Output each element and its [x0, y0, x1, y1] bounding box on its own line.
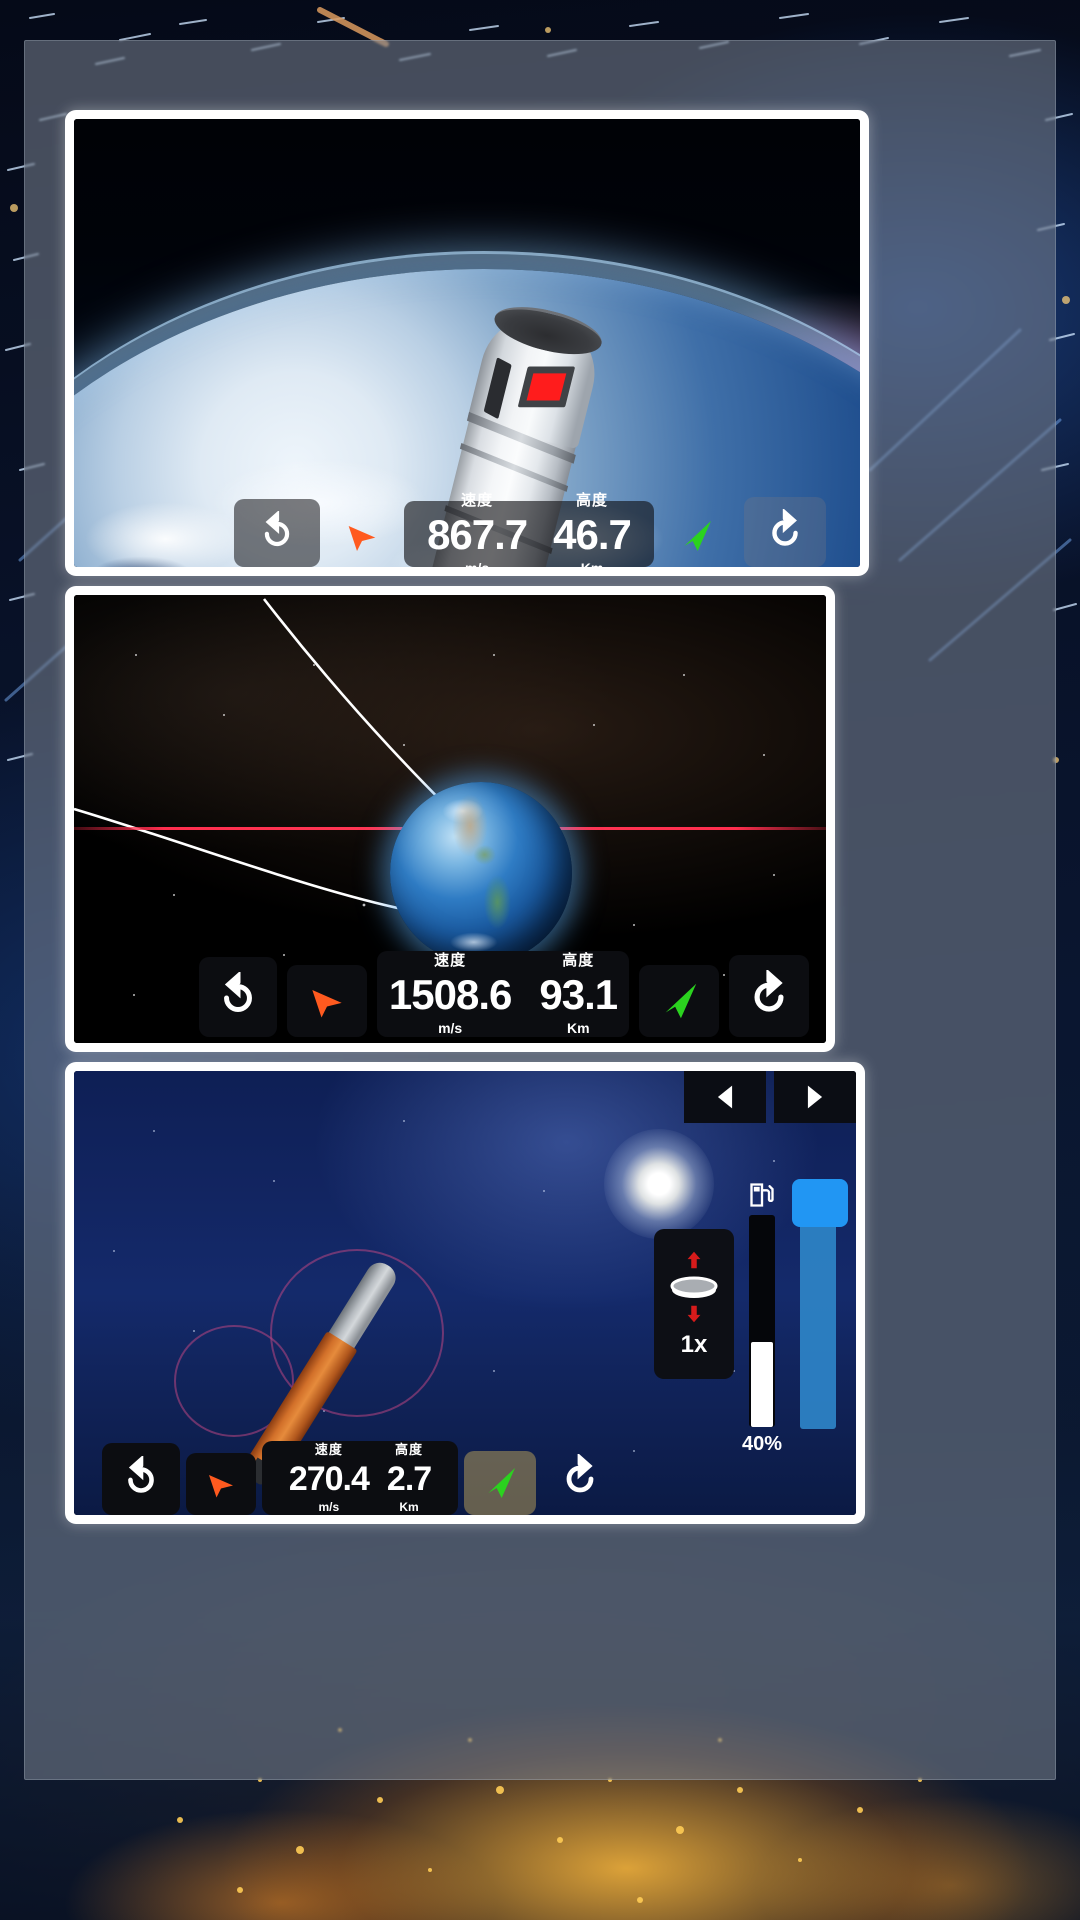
retrograde-marker-icon [209, 1475, 233, 1498]
retrograde-button[interactable] [287, 965, 367, 1037]
throttle-slider[interactable] [792, 1179, 848, 1429]
prograde-marker-icon [665, 983, 697, 1019]
rotate-cw-button[interactable] [542, 1441, 618, 1515]
altitude-readout-3: 高度 2.7 Km [381, 1443, 437, 1513]
prev-button[interactable] [684, 1071, 766, 1123]
speed-unit: m/s [427, 561, 527, 567]
throttle-knob[interactable] [792, 1179, 848, 1227]
arrow-up-icon [687, 1251, 701, 1269]
speed-value: 867.7 [427, 511, 528, 558]
telemetry-panel-3: 速度 270.4 m/s 高度 2.7 Km [262, 1441, 458, 1515]
rotate-ccw-button[interactable] [234, 499, 320, 567]
speed-caption: 速度 [314, 1442, 343, 1457]
hud-bar-1: 速度 867.7 m/s 高度 46.7 Km [234, 493, 826, 567]
telemetry-panel-1: 速度 867.7 m/s 高度 46.7 Km [404, 493, 654, 567]
rotate-counterclockwise-icon [128, 1456, 154, 1493]
speed-unit: m/s [438, 1020, 463, 1036]
fuel-gauge[interactable]: 40% [742, 1181, 782, 1456]
sun-flare [604, 1129, 714, 1239]
retrograde-button[interactable] [186, 1453, 256, 1515]
screenshot-1-frame[interactable]: 速度 867.7 m/s 高度 46.7 Km [65, 110, 869, 576]
altitude-value: 2.7 [386, 1460, 432, 1498]
altitude-readout-1: 高度 46.7 Km [543, 493, 641, 567]
altitude-caption: 高度 [576, 492, 609, 509]
screenshot-3-content: 1x 40% 速度 270.4 m/s 高度 2.7 Km [74, 1071, 856, 1515]
hud-bar-3: 速度 270.4 m/s 高度 2.7 Km [102, 1441, 618, 1515]
altitude-unit: Km [553, 561, 631, 567]
rotate-cw-button[interactable] [744, 497, 826, 567]
prograde-marker-icon [684, 521, 711, 551]
screenshot-3-frame[interactable]: 1x 40% 速度 270.4 m/s 高度 2.7 Km [65, 1062, 865, 1524]
screenshot-gallery-card: 速度 867.7 m/s 高度 46.7 Km [24, 40, 1056, 1780]
screenshot-2-content: 速度 1508.6 m/s 高度 93.1 Km [74, 595, 826, 1043]
altitude-unit: Km [399, 1500, 419, 1514]
screenshot-nav-bar [684, 1071, 856, 1123]
speed-caption: 速度 [461, 492, 494, 509]
speed-readout-3: 速度 270.4 m/s [283, 1443, 375, 1513]
rotate-counterclockwise-icon [264, 511, 290, 547]
speed-value: 270.4 [288, 1460, 370, 1498]
altitude-value: 93.1 [539, 971, 618, 1018]
prograde-marker-icon [488, 1468, 515, 1498]
speed-caption: 速度 [434, 952, 467, 969]
rotate-cw-button[interactable] [729, 955, 809, 1037]
fuel-percent-label: 40% [742, 1433, 783, 1455]
speed-readout-2: 速度 1508.6 m/s [379, 953, 521, 1035]
prograde-button[interactable] [660, 505, 732, 567]
hud-bar-2: 速度 1508.6 m/s 高度 93.1 Km [199, 951, 809, 1037]
prograde-button[interactable] [464, 1451, 536, 1515]
screenshot-1-content: 速度 867.7 m/s 高度 46.7 Km [74, 119, 860, 567]
altitude-value: 46.7 [553, 511, 632, 558]
rotate-ccw-button[interactable] [102, 1443, 180, 1515]
speed-unit: m/s [318, 1500, 340, 1514]
stage-multiplier-label: 1x [680, 1331, 708, 1358]
altitude-caption: 高度 [395, 1442, 424, 1457]
fuel-pump-icon [750, 1183, 774, 1207]
stage-control-widget[interactable]: 1x [654, 1229, 734, 1379]
stage-separator-icon [670, 1276, 718, 1298]
rotate-clockwise-icon [566, 1454, 594, 1493]
next-button[interactable] [774, 1071, 856, 1123]
fuel-gauge-track [749, 1215, 775, 1427]
fuel-gauge-fill [751, 1342, 773, 1427]
triangle-right-icon [807, 1085, 823, 1109]
speed-value: 1508.6 [388, 971, 512, 1018]
rotate-counterclockwise-icon [224, 972, 252, 1012]
retrograde-marker-icon [348, 526, 376, 551]
altitude-unit: Km [566, 1020, 590, 1036]
rotate-clockwise-icon [772, 509, 798, 546]
altitude-caption: 高度 [562, 952, 595, 969]
retrograde-button[interactable] [326, 505, 398, 567]
prograde-button[interactable] [639, 965, 719, 1037]
earth-globe [390, 782, 572, 964]
telemetry-panel-2: 速度 1508.6 m/s 高度 93.1 Km [377, 951, 629, 1037]
speed-readout-1: 速度 867.7 m/s [417, 493, 537, 567]
rotate-ccw-button[interactable] [199, 957, 277, 1037]
screenshot-2-frame[interactable]: 速度 1508.6 m/s 高度 93.1 Km [65, 586, 835, 1052]
arrow-down-icon [687, 1305, 701, 1323]
rotate-clockwise-icon [754, 970, 784, 1012]
altitude-readout-2: 高度 93.1 Km [529, 953, 627, 1035]
retrograde-marker-icon [312, 990, 342, 1018]
triangle-left-icon [717, 1085, 733, 1109]
rocket-red-decal [517, 366, 576, 408]
